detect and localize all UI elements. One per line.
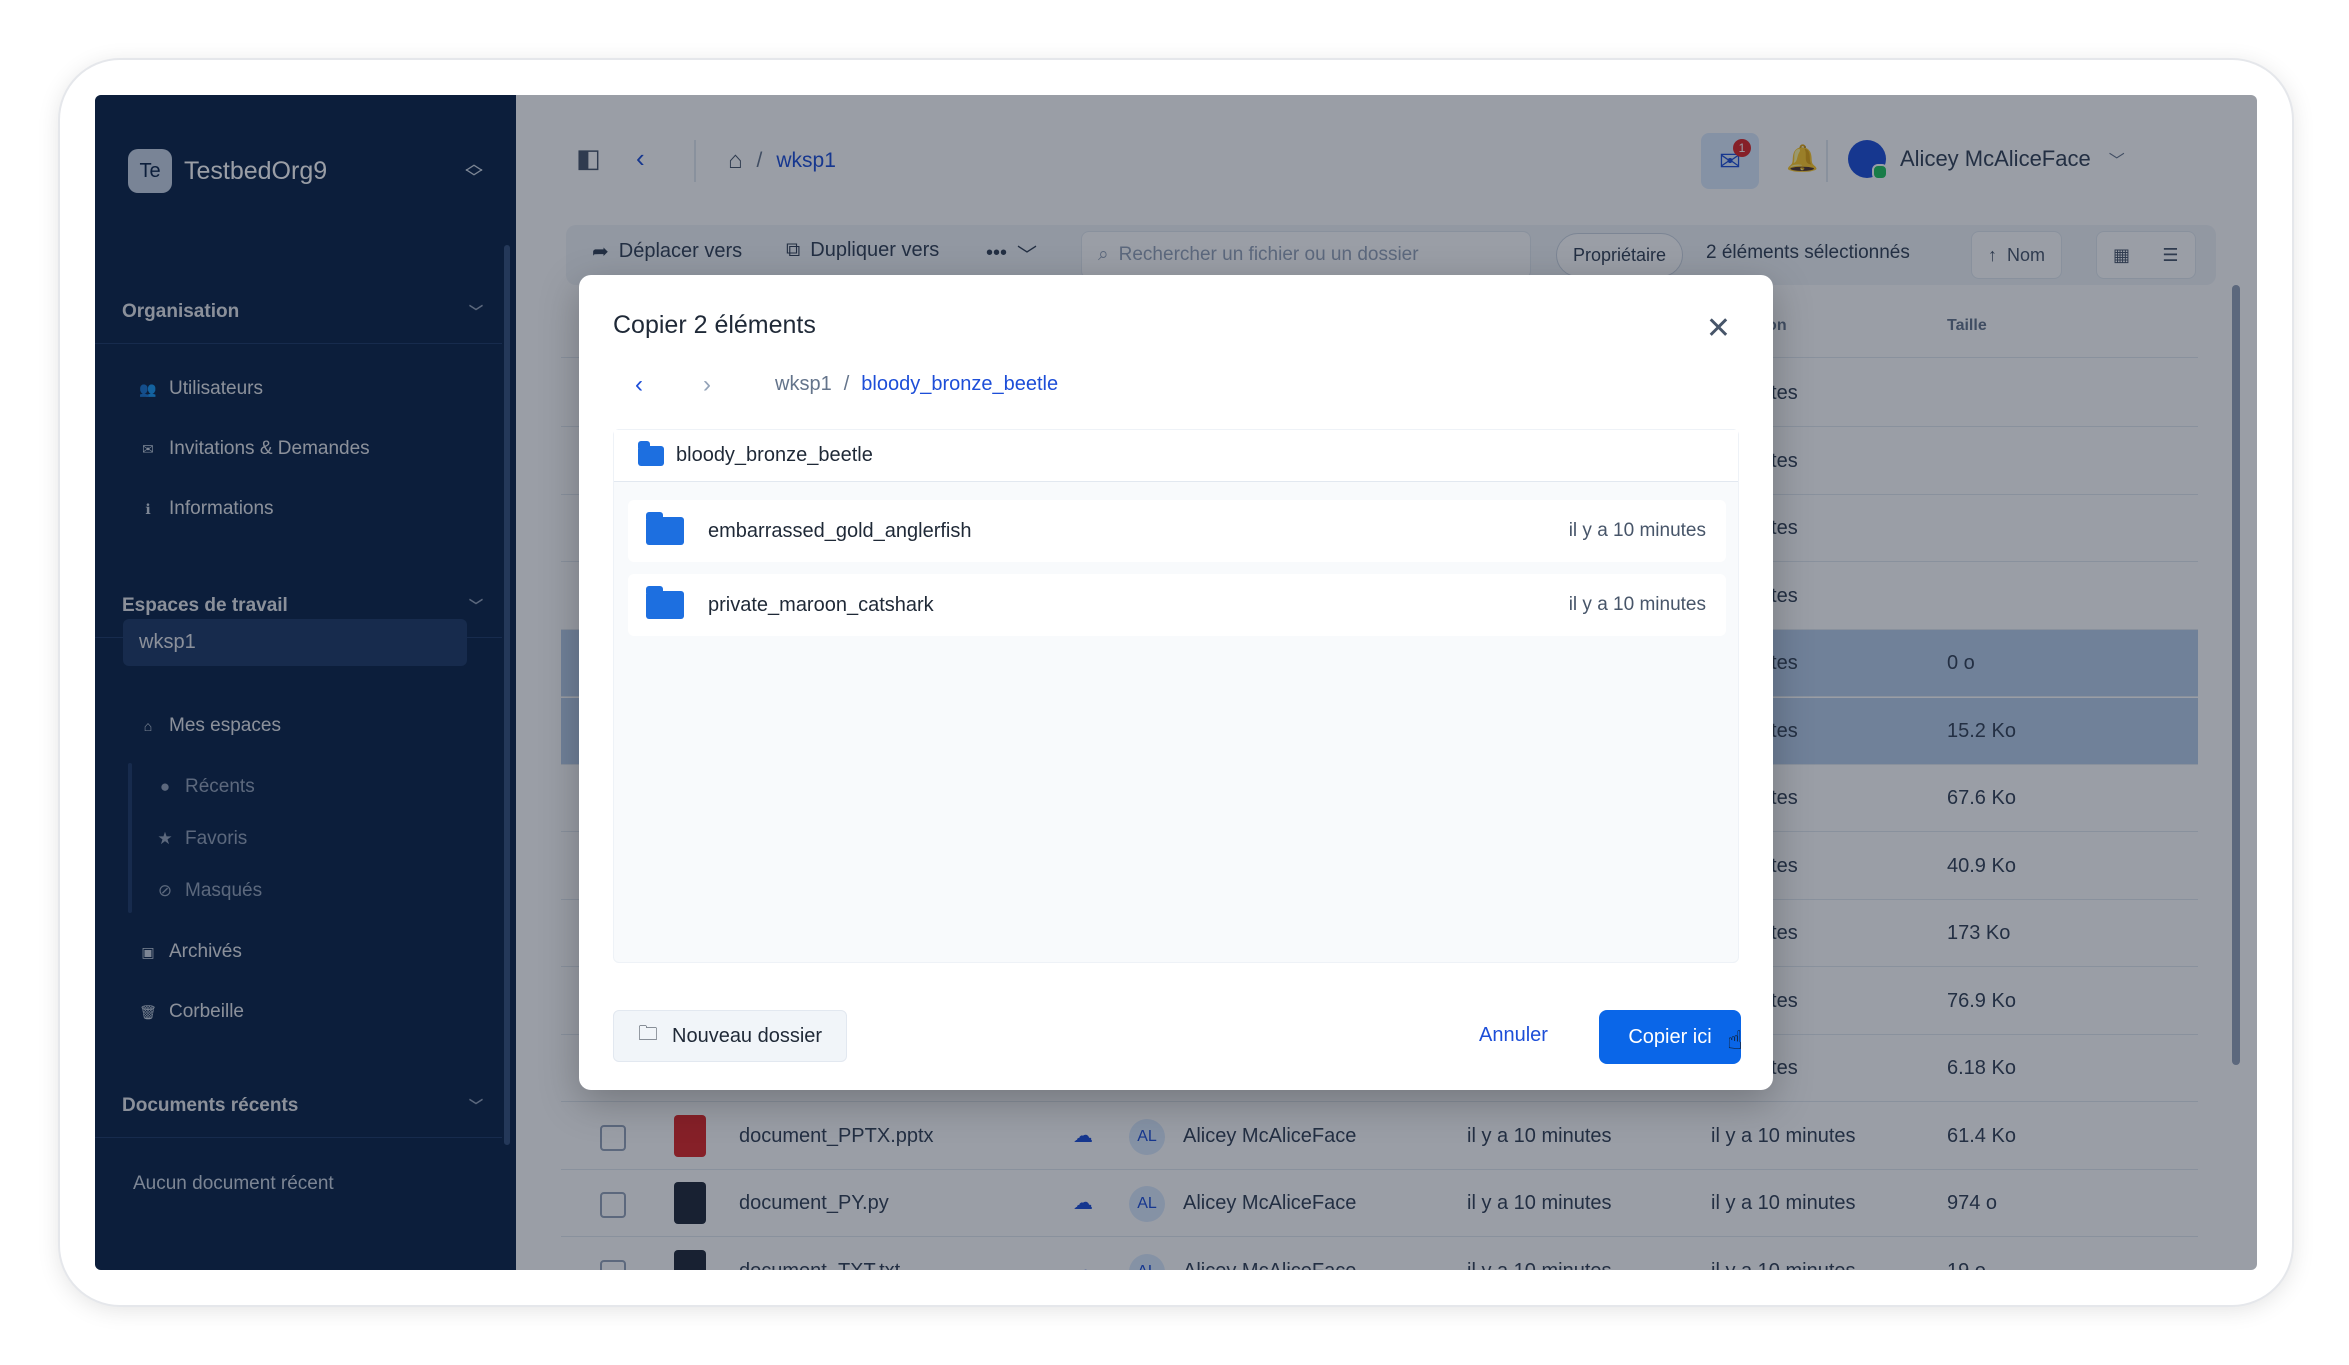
new-folder-label: Nouveau dossier bbox=[672, 1024, 823, 1047]
copy-here-button[interactable]: Copier ici bbox=[1599, 1010, 1741, 1064]
folder-time: il y a 10 minutes bbox=[1568, 520, 1706, 541]
cancel-button[interactable]: Annuler bbox=[1479, 1024, 1548, 1047]
folder-row[interactable]: embarrassed_gold_anglerfish il y a 10 mi… bbox=[628, 500, 1726, 562]
folder-icon bbox=[646, 512, 684, 545]
hand-pointer-icon: ☝ bbox=[1727, 1025, 1743, 1055]
folder-icon bbox=[646, 586, 684, 619]
folder-plus-icon: 🗀 bbox=[638, 1023, 658, 1045]
breadcrumb-separator: / bbox=[843, 373, 850, 395]
folder-row[interactable]: private_maroon_catshark il y a 10 minute… bbox=[628, 574, 1726, 636]
copy-dialog: Copier 2 éléments ✕ ‹ › wksp1 / bloody_b… bbox=[579, 275, 1773, 1090]
folder-icon bbox=[638, 440, 664, 466]
close-icon[interactable]: ✕ bbox=[1706, 311, 1731, 346]
folder-name: private_maroon_catshark bbox=[708, 593, 934, 616]
breadcrumb-current[interactable]: bloody_bronze_beetle bbox=[861, 373, 1058, 396]
folder-time: il y a 10 minutes bbox=[1568, 594, 1706, 615]
forward-arrow-icon[interactable]: › bbox=[703, 371, 711, 399]
app-window: Te TestbedOrg9 ︿ ﹀ Organisation ﹀ 👥 Utili… bbox=[95, 95, 2257, 1270]
breadcrumb-parent[interactable]: wksp1 bbox=[775, 373, 832, 396]
folder-browser: bloody_bronze_beetle embarrassed_gold_an… bbox=[613, 429, 1739, 963]
current-folder-name: bloody_bronze_beetle bbox=[676, 444, 873, 466]
new-folder-button[interactable]: 🗀 Nouveau dossier bbox=[613, 1010, 848, 1062]
folder-name: embarrassed_gold_anglerfish bbox=[708, 519, 972, 542]
current-folder-header: bloody_bronze_beetle bbox=[614, 430, 1738, 482]
dialog-title: Copier 2 éléments bbox=[613, 311, 816, 339]
dialog-breadcrumb: wksp1 / bloody_bronze_beetle bbox=[775, 373, 1058, 396]
back-arrow-icon[interactable]: ‹ bbox=[635, 371, 643, 399]
